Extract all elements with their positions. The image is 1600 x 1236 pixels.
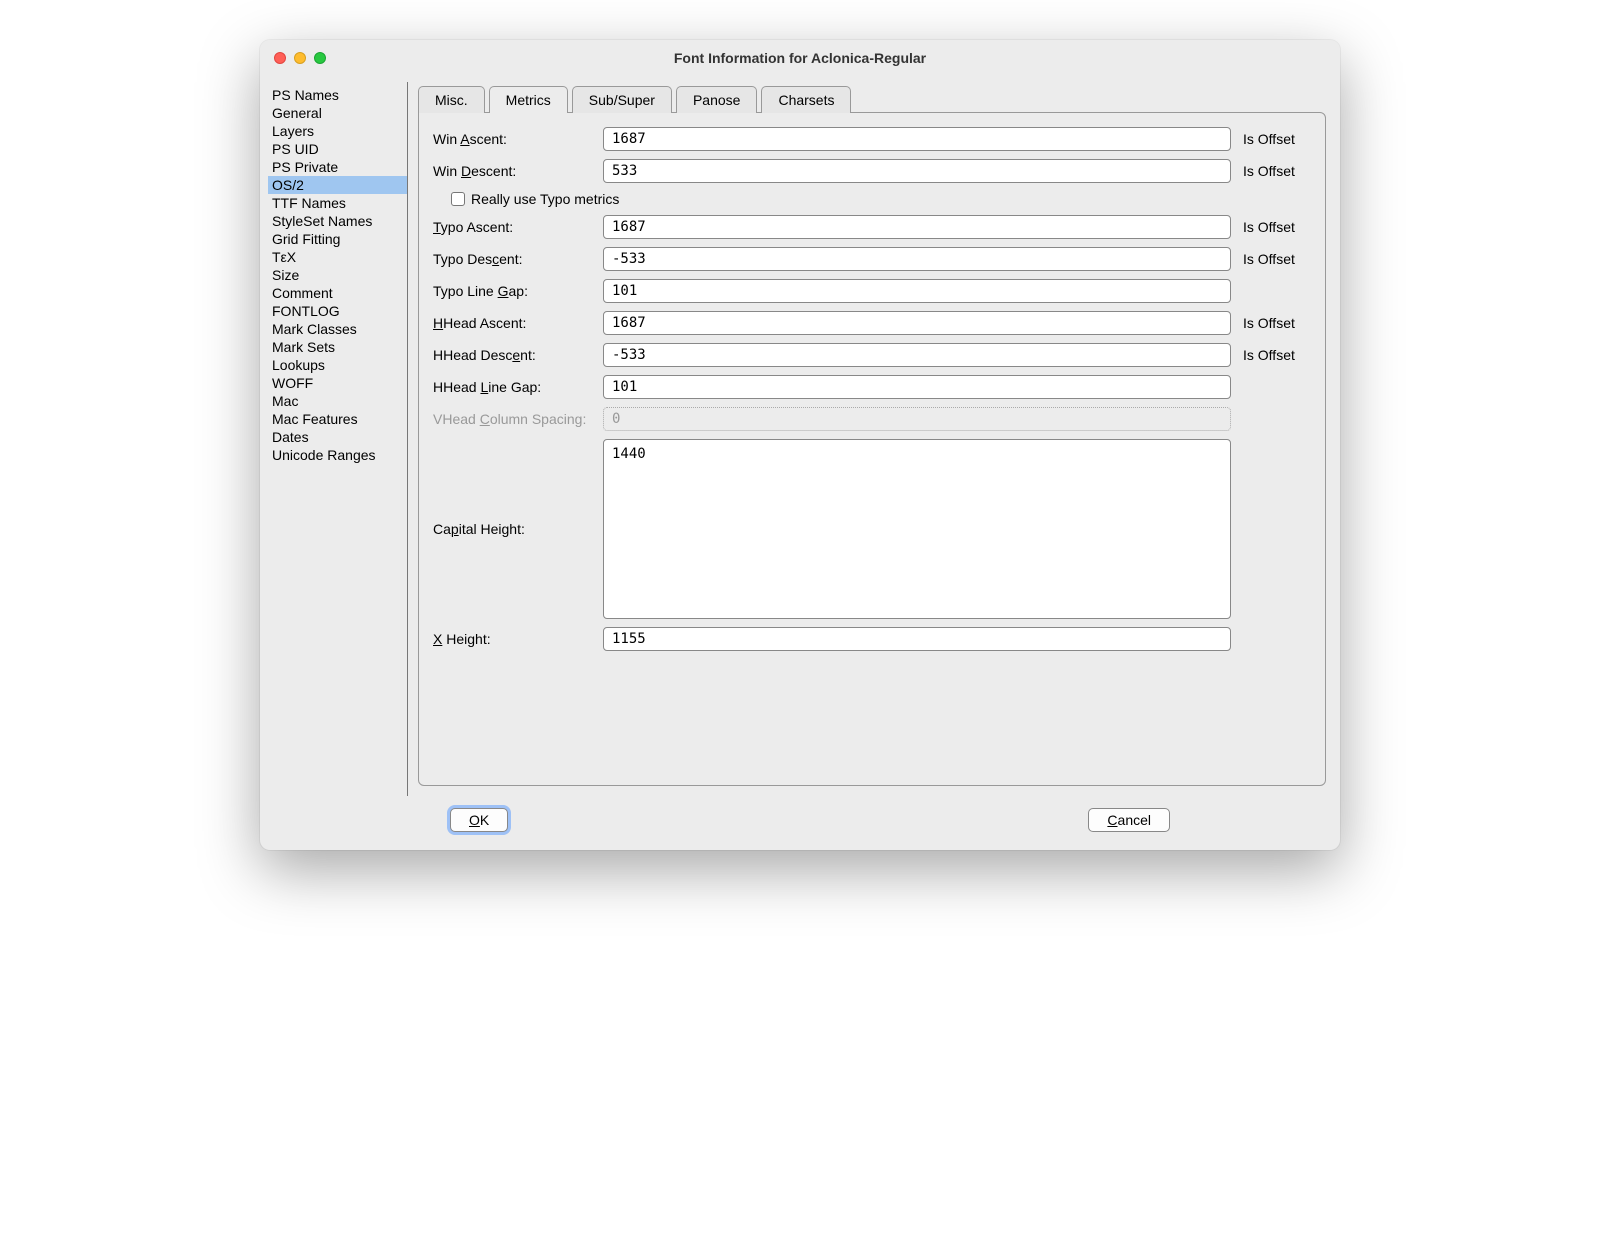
sidebar-item-mac-features[interactable]: Mac Features [268, 410, 407, 428]
sidebar-item-styleset-names[interactable]: StyleSet Names [268, 212, 407, 230]
sidebar-item-unicode-ranges[interactable]: Unicode Ranges [268, 446, 407, 464]
tab-bar: Misc.MetricsSub/SuperPanoseCharsets [418, 86, 1326, 113]
sidebar-item-ps-private[interactable]: PS Private [268, 158, 407, 176]
label-hhead-descent: HHead Descent: [433, 347, 603, 363]
sidebar-item-mark-sets[interactable]: Mark Sets [268, 338, 407, 356]
titlebar: Font Information for Aclonica-Regular [260, 40, 1340, 76]
offset-win-ascent[interactable]: Is Offset [1231, 131, 1311, 147]
label-x-height: X Height: [433, 631, 603, 647]
ok-button[interactable]: OK [450, 808, 508, 832]
sidebar-item-lookups[interactable]: Lookups [268, 356, 407, 374]
row-vhead-column-spacing: VHead Column Spacing: [433, 407, 1311, 431]
close-icon[interactable] [274, 52, 286, 64]
sidebar-item-mark-classes[interactable]: Mark Classes [268, 320, 407, 338]
row-really-use-typo: Really use Typo metrics [451, 191, 1311, 207]
row-hhead-descent: HHead Descent: Is Offset [433, 343, 1311, 367]
zoom-icon[interactable] [314, 52, 326, 64]
offset-hhead-descent[interactable]: Is Offset [1231, 347, 1311, 363]
minimize-icon[interactable] [294, 52, 306, 64]
row-hhead-line-gap: HHead Line Gap: [433, 375, 1311, 399]
row-typo-descent: Typo Descent: Is Offset [433, 247, 1311, 271]
sidebar-item-ttf-names[interactable]: TTF Names [268, 194, 407, 212]
tab-panose[interactable]: Panose [676, 86, 757, 113]
metrics-panel: Win Ascent: Is Offset Win Descent: Is Of… [418, 112, 1326, 786]
label-typo-descent: Typo Descent: [433, 251, 603, 267]
offset-hhead-ascent[interactable]: Is Offset [1231, 315, 1311, 331]
label-win-descent: Win Descent: [433, 163, 603, 179]
sidebar-item-t-x[interactable]: TεX [268, 248, 407, 266]
input-typo-descent[interactable] [603, 247, 1231, 271]
content: PS NamesGeneralLayersPS UIDPS PrivateOS/… [260, 76, 1340, 796]
row-win-ascent: Win Ascent: Is Offset [433, 127, 1311, 151]
offset-typo-ascent[interactable]: Is Offset [1231, 219, 1311, 235]
checkbox-really-use-typo[interactable] [451, 192, 465, 206]
button-bar: OK Cancel [260, 796, 1340, 850]
sidebar: PS NamesGeneralLayersPS UIDPS PrivateOS/… [268, 82, 408, 796]
row-typo-line-gap: Typo Line Gap: [433, 279, 1311, 303]
label-win-ascent: Win Ascent: [433, 131, 603, 147]
label-typo-line-gap: Typo Line Gap: [433, 283, 603, 299]
sidebar-item-mac[interactable]: Mac [268, 392, 407, 410]
label-hhead-ascent: HHead Ascent: [433, 315, 603, 331]
label-really-use-typo: Really use Typo metrics [471, 191, 619, 207]
row-capital-height: Capital Height: 1440 [433, 439, 1311, 619]
tab-misc-[interactable]: Misc. [418, 86, 485, 113]
input-typo-line-gap[interactable] [603, 279, 1231, 303]
sidebar-item-dates[interactable]: Dates [268, 428, 407, 446]
tab-metrics[interactable]: Metrics [489, 86, 568, 113]
row-x-height: X Height: [433, 627, 1311, 651]
main-panel: Misc.MetricsSub/SuperPanoseCharsets Win … [408, 82, 1332, 796]
input-hhead-descent[interactable] [603, 343, 1231, 367]
label-hhead-line-gap: HHead Line Gap: [433, 379, 603, 395]
sidebar-item-size[interactable]: Size [268, 266, 407, 284]
sidebar-item-os-2[interactable]: OS/2 [268, 176, 407, 194]
input-win-descent[interactable] [603, 159, 1231, 183]
input-vhead [603, 407, 1231, 431]
sidebar-item-woff[interactable]: WOFF [268, 374, 407, 392]
sidebar-item-general[interactable]: General [268, 104, 407, 122]
cancel-button[interactable]: Cancel [1088, 808, 1170, 832]
input-hhead-ascent[interactable] [603, 311, 1231, 335]
dialog-window: Font Information for Aclonica-Regular PS… [260, 40, 1340, 850]
row-typo-ascent: Typo Ascent: Is Offset [433, 215, 1311, 239]
sidebar-item-grid-fitting[interactable]: Grid Fitting [268, 230, 407, 248]
traffic-lights [260, 52, 326, 64]
tab-sub-super[interactable]: Sub/Super [572, 86, 672, 113]
row-hhead-ascent: HHead Ascent: Is Offset [433, 311, 1311, 335]
input-typo-ascent[interactable] [603, 215, 1231, 239]
sidebar-item-ps-names[interactable]: PS Names [268, 86, 407, 104]
input-x-height[interactable] [603, 627, 1231, 651]
sidebar-item-comment[interactable]: Comment [268, 284, 407, 302]
label-capital-height: Capital Height: [433, 521, 603, 537]
label-vhead: VHead Column Spacing: [433, 411, 603, 427]
sidebar-item-layers[interactable]: Layers [268, 122, 407, 140]
offset-win-descent[interactable]: Is Offset [1231, 163, 1311, 179]
input-hhead-line-gap[interactable] [603, 375, 1231, 399]
input-win-ascent[interactable] [603, 127, 1231, 151]
offset-typo-descent[interactable]: Is Offset [1231, 251, 1311, 267]
window-title: Font Information for Aclonica-Regular [260, 50, 1340, 66]
sidebar-item-fontlog[interactable]: FONTLOG [268, 302, 407, 320]
label-typo-ascent: Typo Ascent: [433, 219, 603, 235]
tab-charsets[interactable]: Charsets [761, 86, 851, 113]
sidebar-item-ps-uid[interactable]: PS UID [268, 140, 407, 158]
input-capital-height[interactable]: 1440 [603, 439, 1231, 619]
row-win-descent: Win Descent: Is Offset [433, 159, 1311, 183]
